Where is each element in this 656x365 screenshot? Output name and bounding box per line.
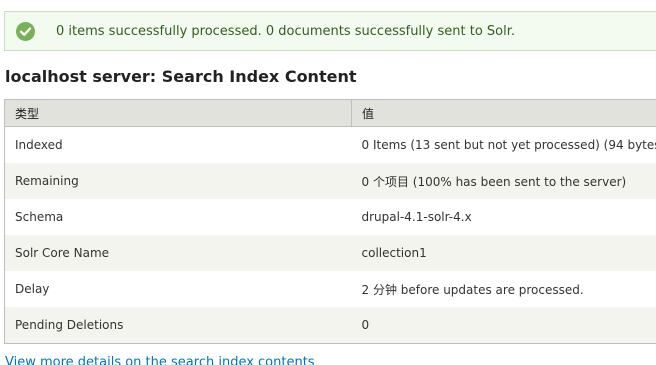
row-label-remaining: Remaining xyxy=(4,163,352,199)
column-header-value: 值 xyxy=(351,99,656,127)
table-row: Delay 2 分钟 before updates are processed. xyxy=(4,271,656,307)
row-value-delay: 2 分钟 before updates are processed. xyxy=(351,271,656,307)
status-message: 0 items successfully processed. 0 docume… xyxy=(4,11,656,51)
page: 0 items successfully processed. 0 docume… xyxy=(0,0,656,365)
row-value-indexed: 0 Items (13 sent but not yet processed) … xyxy=(351,126,656,163)
table-row: Remaining 0 个项目 (100% has been sent to t… xyxy=(4,163,656,199)
column-header-type: 类型 xyxy=(4,99,352,127)
row-value-remaining: 0 个项目 (100% has been sent to the server) xyxy=(351,163,656,199)
row-label-indexed: Indexed xyxy=(4,126,352,163)
row-label-schema: Schema xyxy=(4,199,352,235)
index-content-table: 类型 值 Indexed 0 Items (13 sent but not ye… xyxy=(4,99,656,344)
table-row: Solr Core Name collection1 xyxy=(4,235,656,271)
table-row: Pending Deletions 0 xyxy=(4,307,656,344)
row-value-pending-deletions: 0 xyxy=(351,307,656,344)
table-row: Schema drupal-4.1-solr-4.x xyxy=(4,199,656,235)
view-details-link[interactable]: View more details on the search index co… xyxy=(5,355,315,365)
status-message-text: 0 items successfully processed. 0 docume… xyxy=(56,23,516,39)
page-title: localhost server: Search Index Content xyxy=(5,67,357,86)
row-value-solr-core-name: collection1 xyxy=(351,235,656,271)
row-label-delay: Delay xyxy=(4,271,352,307)
table-header-row: 类型 值 xyxy=(4,99,656,127)
table-row: Indexed 0 Items (13 sent but not yet pro… xyxy=(4,126,656,163)
row-value-schema: drupal-4.1-solr-4.x xyxy=(351,199,656,235)
row-label-pending-deletions: Pending Deletions xyxy=(4,307,352,344)
row-label-solr-core-name: Solr Core Name xyxy=(4,235,352,271)
check-circle-icon xyxy=(16,21,35,41)
